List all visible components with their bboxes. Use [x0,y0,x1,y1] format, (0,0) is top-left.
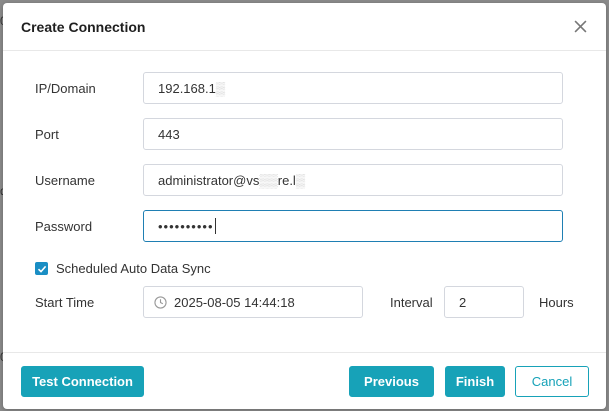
clock-icon [154,295,167,309]
cancel-button[interactable]: Cancel [515,366,589,397]
dialog-body: IP/Domain 192.168.1 ▒ Port Username admi… [3,52,606,352]
dialog-header: Create Connection [3,3,606,51]
start-time-input[interactable]: 2025-08-05 14:44:18 [143,286,363,318]
auto-sync-row: Scheduled Auto Data Sync [35,261,211,276]
previous-button[interactable]: Previous [349,366,434,397]
ip-label: IP/Domain [35,80,96,96]
schedule-row: Start Time 2025-08-05 14:44:18 Interval … [35,286,574,318]
password-row: Password •••••••••• [35,210,563,242]
username-label: Username [35,172,95,188]
port-input[interactable] [143,118,563,150]
port-label: Port [35,126,59,142]
text-cursor [214,218,216,234]
password-value: •••••••••• [158,218,214,234]
auto-sync-checkbox[interactable] [35,262,48,275]
ip-input[interactable]: 192.168.1 ▒ [143,72,563,104]
redacted-segment: ▒ [215,80,226,96]
test-connection-button[interactable]: Test Connection [21,366,144,397]
hours-label: Hours [539,294,574,310]
ip-row: IP/Domain 192.168.1 ▒ [35,72,563,104]
ip-value: 192.168.1 [158,80,216,96]
finish-button[interactable]: Finish [445,366,505,397]
username-value: administrator@vs [158,172,260,188]
dialog-title: Create Connection [21,18,146,35]
password-label: Password [35,218,93,234]
check-icon [37,265,46,273]
password-input[interactable]: •••••••••• [143,210,563,242]
redacted-segment: ▒▒ [259,172,278,188]
interval-input[interactable] [444,286,524,318]
start-time-label: Start Time [35,294,95,310]
dialog-footer: Test Connection Previous Finish Cancel [3,352,606,409]
close-button[interactable] [570,16,590,36]
username-value-tail: re.l [277,172,296,188]
start-time-value: 2025-08-05 14:44:18 [174,294,295,310]
auto-sync-label: Scheduled Auto Data Sync [56,261,211,276]
username-input[interactable]: administrator@vs ▒▒ re.l ▒ [143,164,563,196]
port-row: Port [35,118,563,150]
close-icon [574,20,586,32]
redacted-segment: ▒ [295,172,306,188]
create-connection-dialog: Create Connection IP/Domain 192.168.1 ▒ … [3,3,606,409]
username-row: Username administrator@vs ▒▒ re.l ▒ [35,164,563,196]
interval-label: Interval [390,294,433,310]
